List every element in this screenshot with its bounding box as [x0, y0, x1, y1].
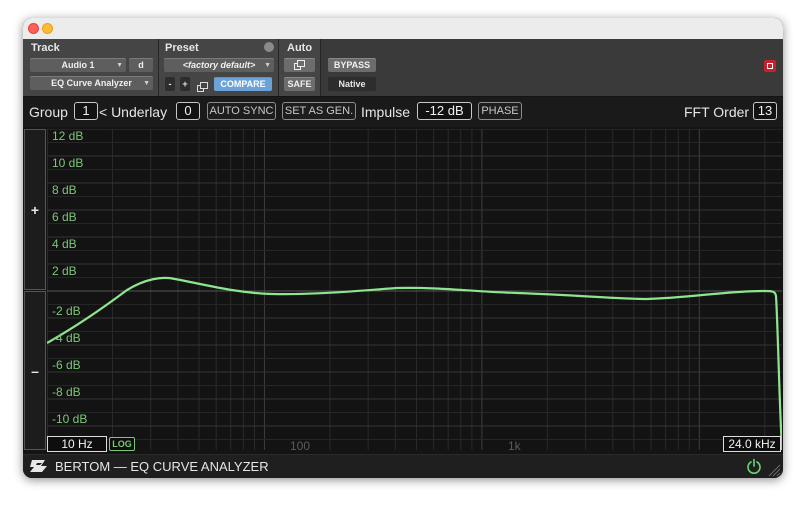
- chevron-down-icon: ▼: [116, 62, 123, 69]
- group-field[interactable]: 1: [74, 102, 98, 120]
- analyzer-toolbar: Group 1 < Underlay 0 AUTO SYNC SET AS GE…: [23, 97, 783, 127]
- title-bar: [23, 18, 783, 39]
- db-label: 2 dB: [52, 264, 77, 278]
- plugin-selector[interactable]: EQ Curve Analyzer ▼: [30, 76, 153, 90]
- minimize-window-button[interactable]: [42, 23, 53, 34]
- plot-canvas: [47, 129, 782, 450]
- db-label: -8 dB: [52, 385, 81, 399]
- db-label: -4 dB: [52, 331, 81, 345]
- close-window-button[interactable]: [28, 23, 39, 34]
- preset-label: Preset: [165, 42, 199, 54]
- fft-order-label: FFT Order: [684, 104, 750, 120]
- safe-button[interactable]: SAFE: [284, 77, 315, 91]
- db-label: 6 dB: [52, 210, 77, 224]
- bypass-button[interactable]: BYPASS: [328, 58, 376, 72]
- log-scale-toggle[interactable]: LOG: [109, 437, 135, 451]
- underlay-field[interactable]: 0: [176, 102, 200, 120]
- preset-menu-icon[interactable]: [264, 42, 274, 52]
- plugin-footer: BERTOM — EQ CURVE ANALYZER: [23, 454, 783, 478]
- chevron-down-icon: ▼: [143, 80, 150, 87]
- bertom-logo-icon: [30, 460, 47, 472]
- zoom-rail: + –: [24, 129, 46, 450]
- brand-title: BERTOM — EQ CURVE ANALYZER: [55, 459, 269, 474]
- frequency-gridlines: [47, 129, 766, 450]
- plugin-window: Track Audio 1 ▼ d EQ Curve Analyzer ▼ Pres…: [23, 18, 783, 478]
- db-label: 12 dB: [52, 129, 84, 143]
- fft-order-field[interactable]: 13: [753, 102, 777, 120]
- db-label: -10 dB: [52, 412, 88, 426]
- db-label: 4 dB: [52, 237, 77, 251]
- automation-window-button[interactable]: [284, 58, 315, 72]
- minus-glyph: -: [168, 79, 172, 89]
- track-selector[interactable]: Audio 1 ▼: [30, 58, 126, 72]
- compare-button[interactable]: COMPARE: [214, 77, 272, 91]
- track-name: Audio 1: [61, 60, 95, 70]
- decade-label: 100: [290, 439, 311, 453]
- chevron-down-icon: ▼: [264, 62, 271, 69]
- db-label: -2 dB: [52, 304, 81, 318]
- host-header: Track Audio 1 ▼ d EQ Curve Analyzer ▼ Pres…: [23, 39, 783, 96]
- channel-selector[interactable]: d: [129, 58, 153, 72]
- zoom-out-button[interactable]: –: [24, 291, 46, 450]
- copy-settings-icon[interactable]: [197, 79, 208, 97]
- plus-glyph: +: [182, 79, 188, 89]
- decade-label: 1k: [508, 439, 521, 453]
- next-preset-button[interactable]: +: [180, 77, 190, 91]
- track-section: Track Audio 1 ▼ d EQ Curve Analyzer ▼: [23, 39, 159, 96]
- phase-button[interactable]: PHASE: [478, 102, 522, 120]
- preset-selector[interactable]: <factory default> ▼: [164, 58, 274, 72]
- db-gridlines: [47, 129, 782, 440]
- db-label: 8 dB: [52, 183, 77, 197]
- min-frequency-field[interactable]: 10 Hz: [47, 436, 107, 452]
- frequency-response-plot[interactable]: 12 dB 10 dB 8 dB 6 dB 4 dB 2 dB -2 dB -4…: [47, 129, 782, 453]
- db-label: 10 dB: [52, 156, 84, 170]
- previous-preset-button[interactable]: -: [165, 77, 175, 91]
- automation-icon: [294, 60, 305, 70]
- bypass-section: BYPASS Native: [321, 39, 783, 96]
- eq-response-curve: [47, 276, 782, 450]
- channel-name: d: [138, 60, 144, 70]
- preset-section: Preset <factory default> ▼ - + COMPARE: [159, 39, 279, 96]
- impulse-label: Impulse: [361, 104, 411, 120]
- db-label: -6 dB: [52, 358, 81, 372]
- preset-name: <factory default>: [182, 60, 256, 70]
- impulse-field[interactable]: -12 dB: [417, 102, 472, 120]
- auto-sync-button[interactable]: AUTO SYNC: [207, 102, 276, 120]
- close-plugin-button[interactable]: [764, 60, 776, 72]
- auto-section: Auto SAFE: [279, 39, 321, 96]
- plugin-name: EQ Curve Analyzer: [51, 78, 132, 88]
- underlay-label: < Underlay: [99, 104, 168, 120]
- power-icon[interactable]: [746, 458, 762, 474]
- max-frequency-field[interactable]: 24.0 kHz: [723, 436, 781, 452]
- auto-label: Auto: [287, 42, 313, 54]
- resize-grip-icon[interactable]: [767, 463, 781, 477]
- track-label: Track: [31, 42, 60, 54]
- native-indicator: Native: [328, 77, 376, 91]
- set-as-gen-button[interactable]: SET AS GEN.: [282, 102, 356, 120]
- group-label: Group: [29, 104, 68, 120]
- zoom-in-button[interactable]: +: [24, 129, 46, 290]
